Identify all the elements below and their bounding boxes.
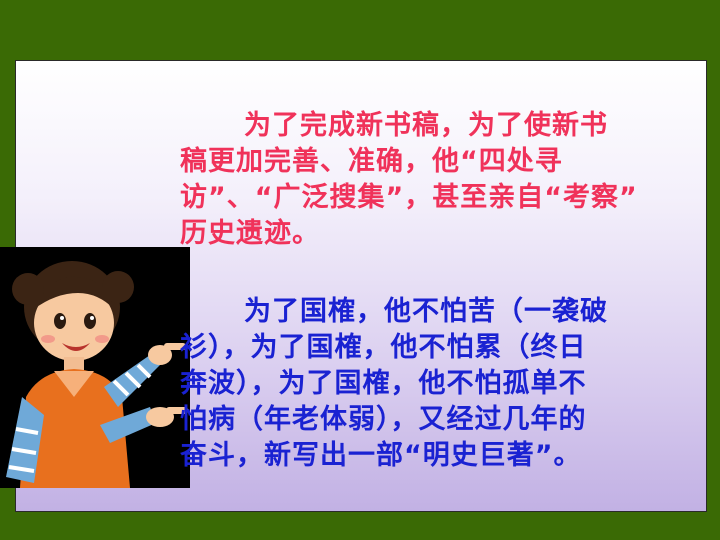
paragraph-line: 稿更加完善、准确，他“四处寻 xyxy=(180,146,563,177)
child-illustration xyxy=(0,247,190,488)
paragraph-line: 为了国榷，他不怕苦（一袭破 xyxy=(244,296,608,327)
paragraph-line: 奔波），为了国榷，他不怕孤单不 xyxy=(180,368,587,399)
paragraph-line: 访”、“广泛搜集”，甚至亲自“考察” xyxy=(180,182,638,213)
paragraph-line: 奋斗，新写出一部“明史巨著”。 xyxy=(180,440,582,471)
pointing-girl-icon xyxy=(6,261,188,488)
paragraph-perseverance: 为了国榷，他不怕苦（一袭破 衫），为了国榷，他不怕累（终日 奔波），为了国榷，他… xyxy=(180,294,670,474)
paragraph-line: 怕病（年老体弱），又经过几年的 xyxy=(180,404,587,435)
slide-frame: 为了完成新书稿，为了使新书 稿更加完善、准确，他“四处寻 访”、“广泛搜集”，甚… xyxy=(0,0,720,540)
paragraph-line: 历史遗迹。 xyxy=(180,218,320,249)
paragraph-line: 衫），为了国榷，他不怕累（终日 xyxy=(180,332,587,363)
paragraph-research: 为了完成新书稿，为了使新书 稿更加完善、准确，他“四处寻 访”、“广泛搜集”，甚… xyxy=(180,108,670,252)
paragraph-line: 为了完成新书稿，为了使新书 xyxy=(244,110,608,141)
